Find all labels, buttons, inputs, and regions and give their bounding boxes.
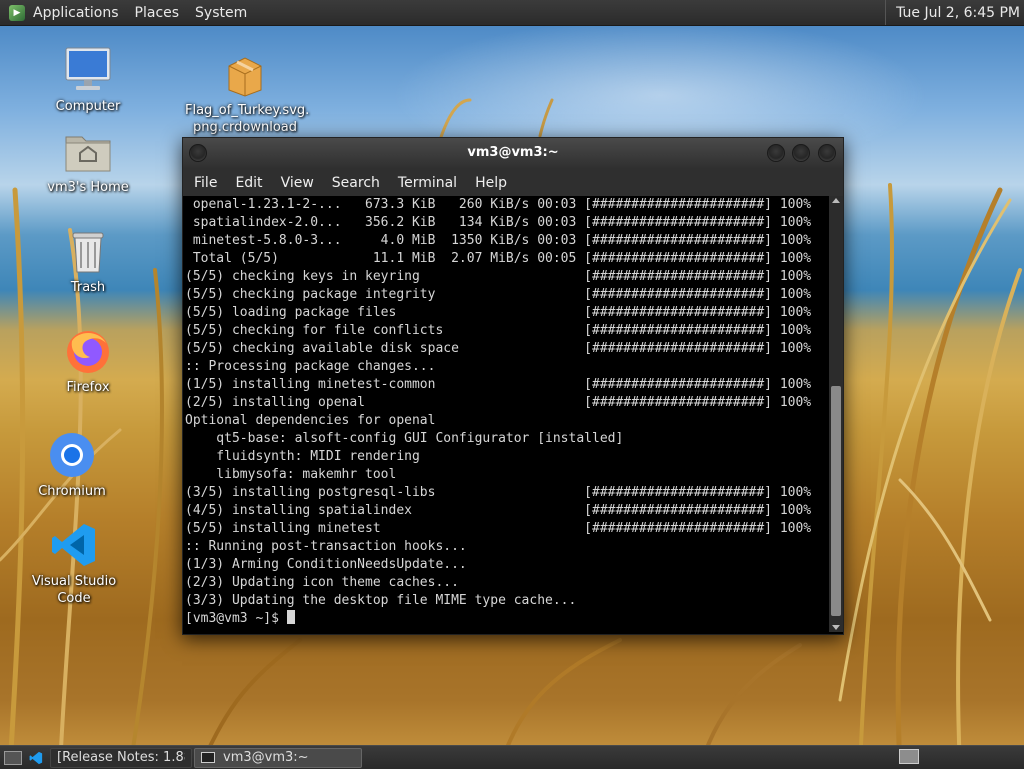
- terminal-line: (5/5) installing minetest [#############…: [185, 521, 812, 536]
- terminal-line: (2/3) Updating icon theme caches...: [185, 575, 459, 590]
- computer-monitor-icon: [64, 46, 112, 94]
- bottom-panel: [Release Notes: 1.88... vm3@vm3:~: [0, 745, 1024, 769]
- terminal-line: :: Processing package changes...: [185, 359, 436, 374]
- desktop-icon-label: Chromium: [38, 484, 106, 499]
- terminal-line: (4/5) installing spatialindex [#########…: [185, 503, 812, 518]
- terminal-output[interactable]: openal-1.23.1-2-... 673.3 KiB 260 KiB/s …: [185, 196, 825, 632]
- scroll-up-arrow-icon[interactable]: [832, 198, 840, 203]
- trash-icon: [64, 227, 112, 275]
- terminal-line: minetest-5.8.0-3... 4.0 MiB 1350 KiB/s 0…: [185, 233, 812, 248]
- system-logo-icon[interactable]: ▶: [9, 4, 25, 21]
- desktop-icon-label: Visual Studio Code: [31, 574, 117, 606]
- maximize-button[interactable]: [792, 144, 810, 162]
- task-label: [Release Notes: 1.88...: [57, 750, 185, 765]
- desktop-icon-firefox[interactable]: Firefox: [28, 327, 148, 396]
- applications-menu[interactable]: Applications: [33, 5, 119, 21]
- menu-edit[interactable]: Edit: [226, 175, 271, 191]
- terminal-line: (1/5) installing minetest-common [######…: [185, 377, 812, 392]
- menu-help[interactable]: Help: [466, 175, 516, 191]
- task-label: vm3@vm3:~: [223, 750, 309, 765]
- desktop-icon-computer[interactable]: Computer: [28, 46, 148, 115]
- desktop-icon-vscode[interactable]: Visual Studio Code: [14, 521, 134, 607]
- desktop-icon-label: vm3's Home: [47, 180, 129, 195]
- scrollbar-thumb[interactable]: [831, 386, 841, 616]
- desktop-icon-label: Computer: [55, 99, 121, 114]
- desktop-icon-trash[interactable]: Trash: [28, 227, 148, 296]
- terminal-line: :: Running post-transaction hooks...: [185, 539, 467, 554]
- desktop-icon-label: Firefox: [66, 380, 110, 395]
- terminal-line: (3/5) installing postgresql-libs [######…: [185, 485, 812, 500]
- terminal-line: libmysofa: makemhr tool: [185, 467, 397, 482]
- package-file-icon: [221, 50, 269, 98]
- menu-view[interactable]: View: [272, 175, 323, 191]
- firefox-icon: [64, 327, 112, 375]
- vscode-icon: [50, 521, 98, 569]
- window-titlebar[interactable]: vm3@vm3:~: [183, 138, 843, 169]
- taskbar-task-release-notes[interactable]: [Release Notes: 1.88...: [50, 747, 192, 768]
- terminal-line: qt5-base: alsoft-config GUI Configurator…: [185, 431, 624, 446]
- menu-terminal[interactable]: Terminal: [389, 175, 466, 191]
- vscode-icon[interactable]: [26, 749, 46, 767]
- terminal-prompt[interactable]: [vm3@vm3 ~]$: [185, 610, 825, 628]
- home-folder-icon: [64, 127, 112, 175]
- terminal-icon: [201, 752, 215, 763]
- top-panel: ▶ Applications Places System Tue Jul 2, …: [0, 0, 1024, 26]
- terminal-line: Total (5/5) 11.1 MiB 2.07 MiB/s 00:05 [#…: [185, 251, 812, 266]
- menu-search[interactable]: Search: [323, 175, 389, 191]
- desktop-icon-label: Trash: [70, 280, 106, 295]
- panel-clock[interactable]: Tue Jul 2, 6:45 PM: [885, 0, 1024, 25]
- window-menu-button[interactable]: [189, 144, 207, 162]
- terminal-line: (1/3) Arming ConditionNeedsUpdate...: [185, 557, 467, 572]
- terminal-menubar: File Edit View Search Terminal Help: [183, 169, 843, 196]
- prompt-text: [vm3@vm3 ~]$: [185, 611, 287, 626]
- terminal-window[interactable]: vm3@vm3:~ File Edit View Search Terminal…: [182, 137, 844, 635]
- minimize-button[interactable]: [767, 144, 785, 162]
- terminal-line: fluidsynth: MIDI rendering: [185, 449, 420, 464]
- desktop-icon-download-file[interactable]: Flag_of_Turkey.svg. png.crdownload: [185, 50, 310, 136]
- terminal-line: spatialindex-2.0... 356.2 KiB 134 KiB/s …: [185, 215, 812, 230]
- terminal-line: (5/5) loading package files [###########…: [185, 305, 812, 320]
- terminal-line: (5/5) checking package integrity [######…: [185, 287, 812, 302]
- terminal-line: (3/3) Updating the desktop file MIME typ…: [185, 593, 577, 608]
- desktop-icon-label-line2: png.crdownload: [193, 120, 297, 135]
- desktop-icon-chromium[interactable]: Chromium: [12, 431, 132, 500]
- terminal-line: (5/5) checking for file conflicts [#####…: [185, 323, 812, 338]
- menu-file[interactable]: File: [185, 175, 226, 191]
- terminal-line: (5/5) checking keys in keyring [########…: [185, 269, 812, 284]
- show-desktop-button[interactable]: [4, 750, 22, 765]
- terminal-line: (5/5) checking available disk space [###…: [185, 341, 812, 356]
- system-menu[interactable]: System: [195, 5, 247, 21]
- terminal-scrollbar[interactable]: [829, 196, 843, 632]
- workspace-switcher[interactable]: [899, 749, 919, 764]
- terminal-line: Optional dependencies for openal: [185, 413, 436, 428]
- desktop-icon-home[interactable]: vm3's Home: [28, 127, 148, 196]
- chromium-icon: [48, 431, 96, 479]
- places-menu[interactable]: Places: [135, 5, 180, 21]
- scroll-down-arrow-icon[interactable]: [832, 625, 840, 630]
- window-title: vm3@vm3:~: [467, 145, 559, 160]
- terminal-line: (2/5) installing openal [###############…: [185, 395, 812, 410]
- terminal-cursor: [286, 610, 295, 624]
- close-button[interactable]: [818, 144, 836, 162]
- taskbar-task-terminal[interactable]: vm3@vm3:~: [194, 747, 362, 768]
- desktop-icon-label-line1: Flag_of_Turkey.svg.: [185, 103, 310, 118]
- terminal-line: openal-1.23.1-2-... 673.3 KiB 260 KiB/s …: [185, 197, 812, 212]
